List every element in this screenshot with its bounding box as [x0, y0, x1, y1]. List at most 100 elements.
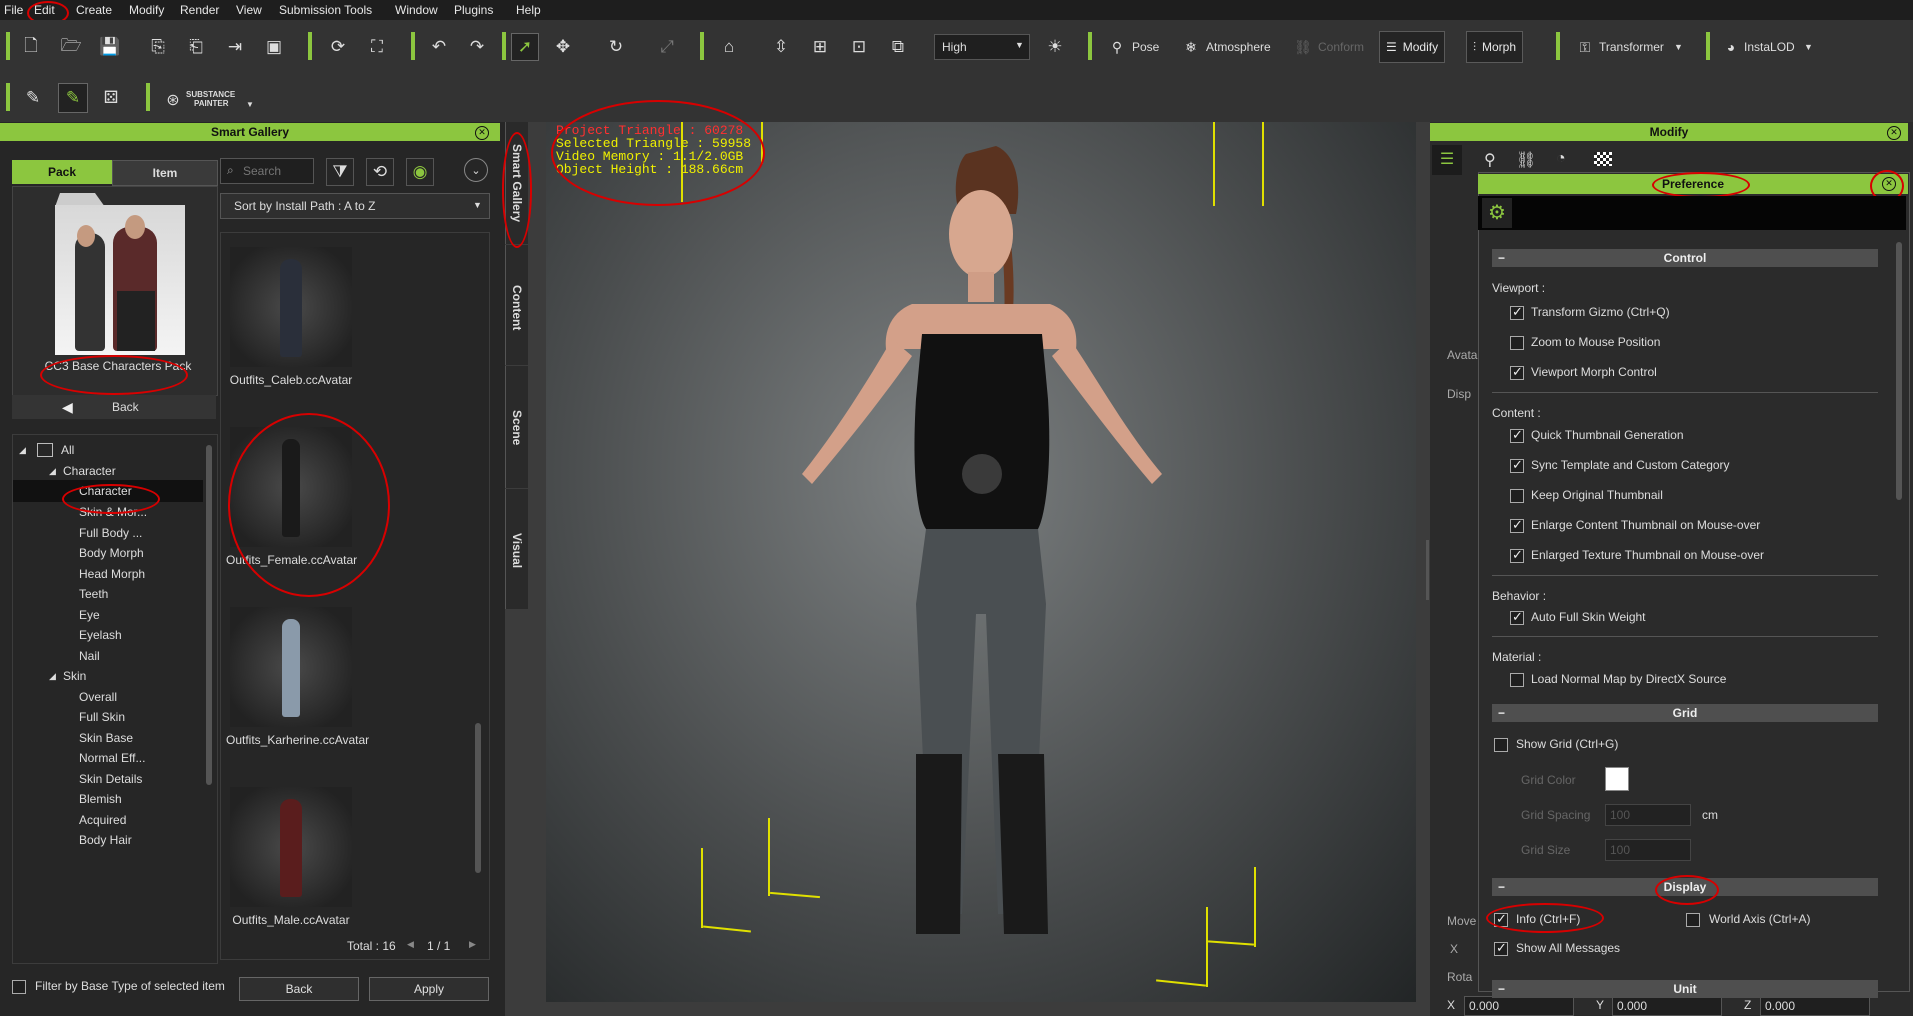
checker-icon[interactable] — [1594, 152, 1612, 166]
cubes-icon[interactable]: ⚄ — [98, 85, 124, 111]
item-thumbnail-female[interactable] — [230, 427, 352, 547]
tree-item-eyelash[interactable]: Eyelash — [79, 628, 122, 642]
import-ic-icon[interactable]: ⎗ — [183, 34, 209, 60]
menu-create[interactable]: Create — [76, 3, 112, 17]
gauge-icon[interactable]: ◔ — [1556, 150, 1566, 168]
enlarge-content-checkbox[interactable] — [1510, 517, 1524, 533]
grid-color-swatch[interactable] — [1605, 767, 1629, 791]
menu-modify[interactable]: Modify — [129, 3, 164, 17]
new-file-icon[interactable]: 🗋 — [18, 34, 44, 60]
tab-scene[interactable]: Scene — [505, 366, 528, 488]
menu-file[interactable]: File — [4, 3, 23, 17]
menu-render[interactable]: Render — [180, 3, 219, 17]
auto-skin-weight-checkbox[interactable] — [1510, 609, 1524, 625]
modify-button[interactable]: ☰ Modify — [1379, 31, 1446, 63]
move-gizmo-icon[interactable]: ✥ — [550, 34, 576, 60]
tree-scrollbar[interactable] — [206, 445, 212, 785]
rot-y-field[interactable]: 0.000 — [1612, 996, 1722, 1016]
sculpt-icon[interactable]: ✎ — [20, 85, 46, 111]
item-thumbnail-katherine[interactable] — [230, 607, 352, 727]
pose-button[interactable]: Pose — [1132, 40, 1159, 54]
tree-item-all[interactable]: All — [61, 443, 74, 457]
splitter-handle[interactable] — [1426, 540, 1429, 600]
rotate-view-icon[interactable]: ⟳ — [325, 34, 351, 60]
open-folder-icon[interactable]: 🗁 — [58, 34, 84, 60]
tree-item-skin-morph[interactable]: Skin & Mor... — [79, 505, 147, 519]
tree-item-skin-base[interactable]: Skin Base — [79, 731, 133, 745]
tree-item-body-morph[interactable]: Body Morph — [79, 546, 144, 560]
tree-item-character-group[interactable]: Character — [63, 464, 116, 478]
rot-z-field[interactable]: 0.000 — [1760, 996, 1870, 1016]
back-button[interactable]: Back — [239, 977, 359, 1001]
menu-help[interactable]: Help — [516, 3, 541, 17]
viewport-3d[interactable]: Project Triangle : 60278 Selected Triang… — [546, 122, 1416, 1002]
tree-item-body-hair[interactable]: Body Hair — [79, 833, 132, 847]
search-input[interactable] — [241, 161, 311, 181]
item-thumbnail-caleb[interactable] — [230, 247, 352, 367]
menu-plugins[interactable]: Plugins — [454, 3, 493, 17]
tab-visual[interactable]: Visual — [505, 489, 528, 609]
sort-dropdown[interactable]: Sort by Install Path : A to Z ▼ — [220, 193, 490, 219]
gears-icon[interactable]: ⚙ — [1482, 198, 1512, 228]
fit-selected-icon[interactable]: ⊡ — [846, 34, 872, 60]
select-arrow-icon[interactable]: ➚ — [511, 33, 539, 61]
tab-item[interactable]: Item — [112, 160, 218, 186]
light-icon[interactable]: ☀ — [1042, 34, 1068, 60]
tree-item-blemish[interactable]: Blemish — [79, 792, 122, 806]
grid-size-field[interactable]: 100 — [1605, 839, 1691, 861]
filter-checkbox[interactable] — [12, 980, 26, 994]
fit-all-icon[interactable]: ⊞ — [807, 34, 833, 60]
item-thumbnail-male[interactable] — [230, 787, 352, 907]
menu-edit[interactable]: Edit — [34, 3, 55, 17]
morph-brush-icon[interactable]: ✎ — [58, 83, 88, 113]
section-unit[interactable]: − Unit — [1492, 980, 1878, 998]
tree-item-character[interactable]: Character — [79, 484, 132, 498]
section-grid[interactable]: − Grid — [1492, 704, 1878, 722]
close-icon[interactable]: ✕ — [475, 126, 489, 140]
home-view-icon[interactable]: ⌂ — [716, 34, 742, 60]
redo-icon[interactable]: ↷ — [464, 34, 490, 60]
menu-submission-tools[interactable]: Submission Tools — [279, 3, 372, 17]
tree-item-full-body[interactable]: Full Body ... — [79, 526, 142, 540]
sliders-icon[interactable]: ☰ — [1432, 145, 1462, 175]
search-box[interactable]: ⌕ — [220, 158, 314, 184]
pose-tool-icon[interactable]: ⚲ — [1484, 150, 1496, 170]
tree-item-teeth[interactable]: Teeth — [79, 587, 108, 601]
normal-map-checkbox[interactable] — [1510, 673, 1524, 687]
instalod-button[interactable]: InstaLOD — [1744, 40, 1795, 54]
tree-item-overall[interactable]: Overall — [79, 690, 117, 704]
expand-icon[interactable]: ◢ — [19, 445, 26, 456]
filter-icon[interactable]: ⧩ — [326, 158, 354, 186]
quality-dropdown[interactable]: High ▼ — [934, 34, 1030, 60]
camera-view-icon[interactable]: ⧉ — [885, 34, 911, 60]
tab-content[interactable]: Content — [505, 245, 528, 365]
undo-icon[interactable]: ↶ — [426, 34, 452, 60]
world-axis-checkbox[interactable] — [1686, 913, 1700, 927]
close-icon[interactable]: ✕ — [1882, 177, 1896, 191]
pack-back-button[interactable]: ◀ Back — [12, 395, 216, 419]
substance-painter-button[interactable]: SUBSTANCE PAINTER — [186, 90, 235, 108]
refresh-icon[interactable]: ⟲ — [366, 158, 394, 186]
chevron-down-circle-icon[interactable]: ⌄ — [464, 158, 488, 182]
transform-gizmo-checkbox[interactable] — [1510, 304, 1524, 320]
tab-pack[interactable]: Pack — [12, 160, 112, 184]
expand-icon[interactable]: ◢ — [49, 671, 56, 682]
import-icon[interactable]: ⎘ — [145, 34, 171, 60]
reach-icon[interactable]: ⛶ — [364, 34, 390, 60]
tree-item-normal-effect[interactable]: Normal Eff... — [79, 751, 145, 765]
fit-height-icon[interactable]: ⇳ — [768, 34, 794, 60]
tab-smart-gallery[interactable]: Smart Gallery — [505, 122, 528, 244]
pack-preview[interactable]: CC3 Base Characters Pack — [12, 186, 218, 396]
rot-x-field[interactable]: 0.000 — [1464, 996, 1574, 1016]
tree-item-eye[interactable]: Eye — [79, 608, 100, 622]
show-all-messages-checkbox[interactable] — [1494, 940, 1508, 956]
tree-item-nail[interactable]: Nail — [79, 649, 100, 663]
section-control[interactable]: − Control — [1492, 249, 1878, 267]
items-scrollbar[interactable] — [475, 723, 481, 873]
apply-button[interactable]: Apply — [369, 977, 489, 1001]
tree-item-skin[interactable]: Skin — [63, 669, 86, 683]
conform-button[interactable]: Conform — [1318, 40, 1364, 54]
show-grid-checkbox[interactable] — [1494, 738, 1508, 752]
tree-item-head-morph[interactable]: Head Morph — [79, 567, 145, 581]
info-checkbox[interactable] — [1494, 911, 1508, 927]
